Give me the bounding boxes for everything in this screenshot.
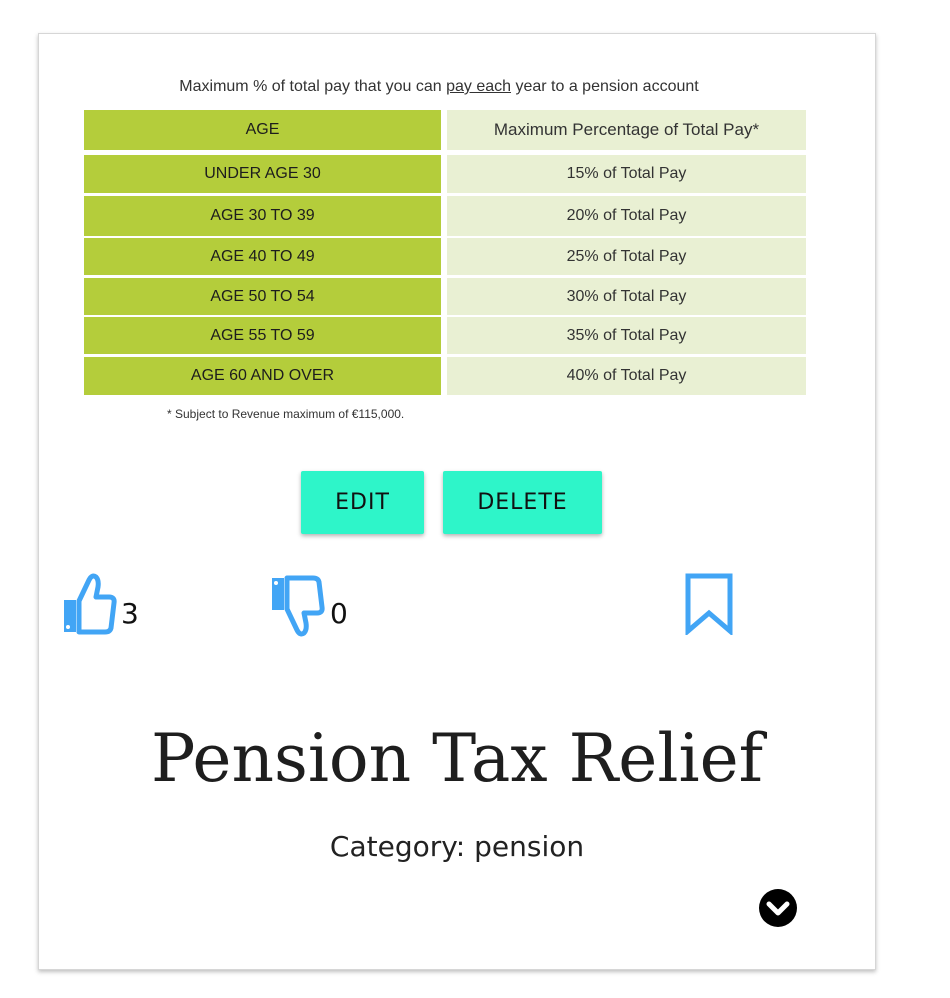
table-cell-age: UNDER AGE 30 bbox=[84, 155, 441, 193]
table-row: AGE 40 TO 49 25% of Total Pay bbox=[84, 238, 806, 275]
caption-text-underlined: pay each bbox=[446, 78, 512, 95]
table-cell-percentage: 40% of Total Pay bbox=[447, 357, 806, 395]
chevron-down-circle-icon bbox=[759, 889, 797, 927]
table-caption: Maximum % of total pay that you can pay … bbox=[39, 78, 839, 96]
table-cell-percentage: 35% of Total Pay bbox=[447, 317, 806, 354]
delete-button[interactable]: DELETE bbox=[443, 471, 602, 534]
table-cell-age: AGE 60 AND OVER bbox=[84, 357, 441, 395]
dislike-count: 0 bbox=[330, 597, 348, 630]
thumbs-up-icon bbox=[64, 573, 117, 635]
table-header-row: AGE Maximum Percentage of Total Pay* bbox=[84, 110, 806, 150]
table-cell-age: AGE 40 TO 49 bbox=[84, 238, 441, 275]
table-row: AGE 55 TO 59 35% of Total Pay bbox=[84, 317, 806, 354]
table-cell-percentage: 30% of Total Pay bbox=[447, 278, 806, 315]
caption-text-before: Maximum % of total pay that you can bbox=[179, 78, 442, 95]
bookmark-button[interactable] bbox=[685, 573, 733, 637]
like-button[interactable] bbox=[61, 572, 117, 636]
thumbs-down-icon bbox=[272, 575, 325, 637]
table-cell-percentage: 25% of Total Pay bbox=[447, 238, 806, 275]
table-cell-age: AGE 30 TO 39 bbox=[84, 196, 441, 236]
dislike-button[interactable] bbox=[269, 574, 327, 638]
table-cell-percentage: 20% of Total Pay bbox=[447, 196, 806, 236]
table-row: AGE 50 TO 54 30% of Total Pay bbox=[84, 278, 806, 315]
post-title: Pension Tax Relief bbox=[150, 720, 764, 797]
table-header-age: AGE bbox=[84, 110, 441, 150]
caption-text-after: year to a pension account bbox=[515, 78, 699, 95]
table-row: AGE 60 AND OVER 40% of Total Pay bbox=[84, 357, 806, 395]
post-category: Category: pension bbox=[329, 830, 585, 863]
table-row: AGE 30 TO 39 20% of Total Pay bbox=[84, 196, 806, 236]
table-cell-age: AGE 55 TO 59 bbox=[84, 317, 441, 354]
table-header-percentage: Maximum Percentage of Total Pay* bbox=[447, 110, 806, 150]
table-footnote: * Subject to Revenue maximum of €115,000… bbox=[167, 407, 405, 421]
edit-button[interactable]: EDIT bbox=[301, 471, 424, 534]
table-cell-age: AGE 50 TO 54 bbox=[84, 278, 441, 315]
like-count: 3 bbox=[121, 597, 139, 630]
table-cell-percentage: 15% of Total Pay bbox=[447, 155, 806, 193]
expand-toggle[interactable] bbox=[758, 888, 798, 928]
table-row: UNDER AGE 30 15% of Total Pay bbox=[84, 155, 806, 193]
bookmark-icon bbox=[685, 573, 733, 637]
post-card: Maximum % of total pay that you can pay … bbox=[38, 33, 876, 970]
